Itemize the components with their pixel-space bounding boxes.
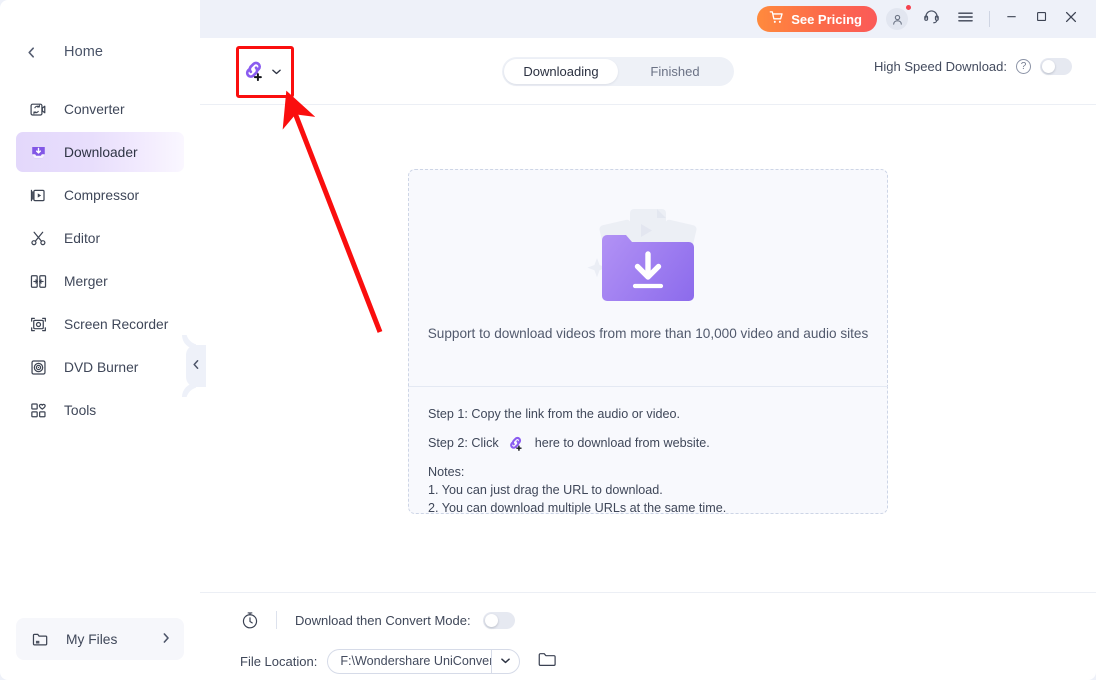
sidebar-item-downloader[interactable]: Downloader [16,132,184,172]
support-text: Support to download videos from more tha… [427,326,869,341]
support-button[interactable] [917,5,945,33]
chevron-left-icon [26,46,36,58]
see-pricing-button[interactable]: See Pricing [757,6,877,32]
stopwatch-icon [240,610,260,630]
user-avatar-icon [886,8,908,30]
sidebar-nav: Converter Downloader Compressor Editor M… [0,89,200,430]
step-1: Step 1: Copy the link from the audio or … [428,407,887,421]
shopping-cart-icon [769,10,784,28]
notification-badge [905,4,912,11]
download-folder-illustration [573,196,723,316]
sidebar-item-label: Downloader [64,144,138,160]
sidebar-item-label: Screen Recorder [64,316,169,332]
folder-open-icon [537,650,557,673]
question-mark-icon[interactable]: ? [1016,59,1031,74]
convert-mode-label: Download then Convert Mode: [295,612,471,628]
file-location-label: File Location: [240,653,318,669]
step-2-prefix: Step 2: Click [428,436,499,450]
hamburger-menu-icon [957,10,974,29]
convert-mode-toggle[interactable] [482,611,515,629]
browse-folder-button[interactable] [537,650,557,673]
downloader-icon [28,142,48,162]
menu-button[interactable] [951,5,979,33]
merger-icon [28,271,48,291]
folder-icon [30,629,50,649]
sidebar-item-label: Converter [64,101,125,117]
download-status-tabs: Downloading Finished [502,57,734,86]
chevron-down-icon[interactable] [491,649,519,673]
sidebar-item-editor[interactable]: Editor [16,218,184,258]
scissors-icon [28,228,48,248]
content-panel: Downloading Finished High Speed Download… [200,38,1096,680]
sidebar-item-label: Tools [64,402,97,418]
sidebar-item-label: Merger [64,273,108,289]
chevron-left-icon [193,360,199,372]
sidebar-item-merger[interactable]: Merger [16,261,184,301]
titlebar-divider [989,11,990,27]
drop-zone[interactable]: Support to download videos from more tha… [408,169,888,515]
chevron-right-icon [163,632,170,646]
sidebar-item-label: Editor [64,230,101,246]
bottom-settings-bar: Download then Convert Mode: File Locatio… [200,592,1096,680]
bottom-divider [276,611,277,629]
toggle-knob [1042,60,1055,73]
drop-zone-illustration-area: Support to download videos from more tha… [408,169,888,386]
app-window: Home Converter Downloader Compressor Edi… [0,0,1096,680]
sidebar-item-converter[interactable]: Converter [16,89,184,129]
tab-finished[interactable]: Finished [618,59,732,84]
step-2-suffix: here to download from website. [534,436,710,450]
add-link-button[interactable] [240,50,292,94]
step-2: Step 2: Click here to download from webs… [428,433,887,453]
minimize-icon [1005,10,1018,28]
sidebar-my-files[interactable]: My Files [16,618,184,660]
my-files-label: My Files [66,631,118,647]
add-link-icon [240,56,268,89]
sidebar-item-dvd-burner[interactable]: DVD Burner [16,347,184,387]
tab-downloading[interactable]: Downloading [504,59,618,84]
headset-icon [923,8,940,30]
toggle-knob [484,613,498,627]
high-speed-download-label: High Speed Download: [874,59,1007,74]
add-link-icon [506,433,526,453]
file-location-row: File Location: F:\Wondershare UniConvert… [240,647,1096,675]
sidebar-collapse-toggle[interactable] [186,345,206,387]
file-location-select[interactable]: F:\Wondershare UniConverter 1 [327,648,521,674]
close-button[interactable] [1056,5,1086,33]
sidebar-item-label: Compressor [64,187,140,203]
see-pricing-label: See Pricing [791,11,862,27]
file-location-value: F:\Wondershare UniConverter 1 [340,654,491,668]
notes-title: Notes: [428,465,465,479]
downloader-toolbar: Downloading Finished High Speed Download… [200,38,1096,105]
step-1-text: Step 1: Copy the link from the audio or … [428,407,681,421]
convert-mode-row: Download then Convert Mode: [240,607,1096,633]
close-icon [1064,10,1078,29]
sidebar-item-tools[interactable]: Tools [16,390,184,430]
title-bar: See Pricing [200,0,1096,38]
maximize-button[interactable] [1026,5,1056,33]
note-item: 2. You can download multiple URLs at the… [428,500,727,515]
screen-recorder-icon [28,314,48,334]
sidebar-item-label: DVD Burner [64,359,139,375]
note-item: 1. You can just drag the URL to download… [428,483,663,497]
sidebar-home-label: Home [64,44,104,60]
sidebar: Home Converter Downloader Compressor Edi… [0,0,200,680]
minimize-button[interactable] [996,5,1026,33]
account-button[interactable] [883,4,912,33]
converter-icon [28,99,48,119]
disc-icon [28,357,48,377]
chevron-down-icon [272,68,281,77]
sidebar-home[interactable]: Home [0,37,200,67]
sidebar-item-screen-recorder[interactable]: Screen Recorder [16,304,184,344]
compressor-icon [28,185,48,205]
sidebar-item-compressor[interactable]: Compressor [16,175,184,215]
high-speed-download-group: High Speed Download: ? [874,58,1072,75]
maximize-icon [1035,10,1048,28]
instructions-area: Step 1: Copy the link from the audio or … [408,386,888,515]
tools-grid-icon [28,400,48,420]
high-speed-download-toggle[interactable] [1040,58,1072,75]
